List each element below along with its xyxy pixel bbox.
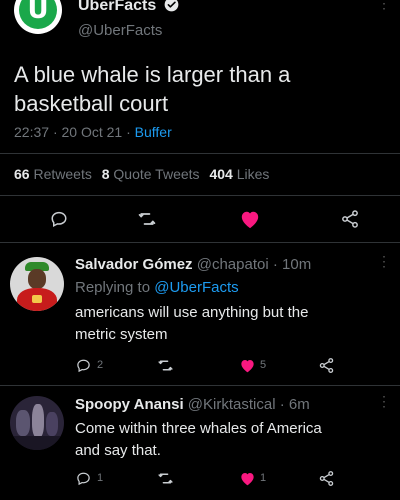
tweet-text: A blue whale is larger than a basketball… bbox=[14, 60, 394, 118]
verified-badge-icon bbox=[164, 0, 179, 12]
reply-icon[interactable] bbox=[76, 471, 91, 486]
like-count: 5 bbox=[260, 359, 267, 371]
quotes-stat[interactable]: 8 Quote Tweets bbox=[102, 166, 204, 182]
retweets-label: Retweets bbox=[33, 166, 92, 182]
like-count: 1 bbox=[260, 472, 267, 484]
reply-handle[interactable]: @Kirktastical bbox=[188, 396, 276, 413]
tweet-stats: 66 Retweets 8 Quote Tweets 404 Likes bbox=[14, 166, 269, 182]
retweets-stat[interactable]: 66 Retweets bbox=[14, 166, 96, 182]
heart-icon[interactable] bbox=[239, 209, 261, 229]
replying-to: Replying to @UberFacts bbox=[75, 279, 239, 296]
meta-separator: · bbox=[126, 124, 131, 140]
heart-icon[interactable] bbox=[239, 358, 256, 373]
heart-icon[interactable] bbox=[239, 471, 256, 486]
quotes-label: Quote Tweets bbox=[113, 166, 200, 182]
share-icon[interactable] bbox=[318, 357, 335, 374]
tweet-meta: 22:37 · 20 Oct 21 · Buffer bbox=[14, 124, 172, 140]
tweet-text-line: basketball court bbox=[14, 91, 169, 116]
quotes-count: 8 bbox=[101, 166, 110, 182]
retweet-icon[interactable] bbox=[157, 470, 174, 487]
reply-author-name[interactable]: Spoopy Anansi bbox=[75, 396, 184, 413]
reply-text-line: Come within three whales of America bbox=[75, 420, 322, 437]
reply-time[interactable]: 6m bbox=[289, 396, 310, 413]
divider bbox=[0, 153, 400, 154]
more-icon[interactable]: ⋮ bbox=[377, 254, 391, 268]
reply-text: Come within three whales of America and … bbox=[75, 418, 395, 462]
retweet-icon[interactable] bbox=[157, 357, 174, 374]
likes-stat[interactable]: 404 Likes bbox=[209, 166, 269, 182]
tweet-text-line: A blue whale is larger than a bbox=[14, 62, 291, 87]
reply-time[interactable]: 10m bbox=[282, 256, 311, 273]
reply-count: 1 bbox=[97, 472, 104, 484]
author-handle[interactable]: @UberFacts bbox=[78, 22, 162, 39]
replying-to-handle[interactable]: @UberFacts bbox=[154, 279, 238, 296]
avatar-logo: Ü bbox=[19, 0, 57, 29]
retweet-icon[interactable] bbox=[137, 209, 157, 229]
meta-separator: · bbox=[52, 124, 58, 140]
divider bbox=[0, 242, 400, 243]
author-name[interactable]: UberFacts bbox=[78, 0, 156, 14]
reply-handle[interactable]: @chapatoi bbox=[197, 256, 269, 273]
divider bbox=[0, 195, 400, 196]
reply-separator: · bbox=[279, 396, 285, 413]
tweet-date[interactable]: 20 Oct 21 bbox=[62, 124, 123, 140]
author-avatar[interactable]: Ü bbox=[14, 0, 62, 34]
more-icon[interactable]: ⋮ bbox=[377, 0, 391, 10]
reply-text: americans will use anything but the metr… bbox=[75, 302, 395, 346]
reply-header: Spoopy Anansi @Kirktastical · 6m bbox=[75, 396, 310, 413]
share-icon[interactable] bbox=[340, 209, 360, 229]
reply-icon[interactable] bbox=[76, 358, 91, 373]
share-icon[interactable] bbox=[318, 470, 335, 487]
likes-count: 404 bbox=[209, 166, 233, 182]
tweet-time[interactable]: 22:37 bbox=[14, 124, 49, 140]
reply-header: Salvador Gómez @chapatoi · 10m bbox=[75, 256, 311, 273]
reply-count: 2 bbox=[97, 359, 104, 371]
more-icon[interactable]: ⋮ bbox=[377, 394, 391, 408]
reply-text-line: americans will use anything but the bbox=[75, 304, 309, 321]
reply-author-name[interactable]: Salvador Gómez bbox=[75, 256, 193, 273]
reply-icon[interactable] bbox=[50, 210, 68, 228]
reply-avatar[interactable] bbox=[10, 396, 64, 450]
tweet-source[interactable]: Buffer bbox=[135, 124, 172, 140]
retweets-count: 66 bbox=[14, 166, 30, 182]
replying-to-label: Replying to bbox=[75, 279, 151, 296]
divider bbox=[0, 385, 400, 386]
reply-text-line: metric system bbox=[75, 326, 168, 343]
reply-avatar[interactable] bbox=[10, 257, 64, 311]
likes-label: Likes bbox=[236, 166, 270, 182]
author-row: UberFacts bbox=[78, 0, 179, 15]
reply-text-line: and say that. bbox=[75, 442, 161, 459]
reply-separator: · bbox=[272, 256, 278, 273]
